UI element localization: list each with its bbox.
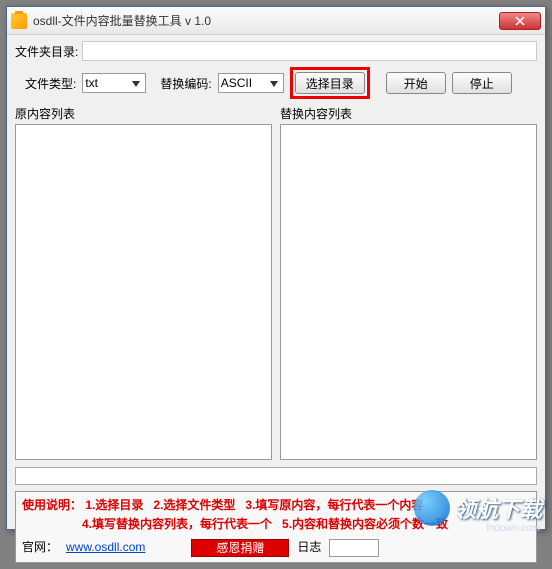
panels: 原内容列表 替换内容列表	[15, 105, 537, 463]
close-icon	[515, 16, 525, 26]
original-textarea[interactable]	[15, 124, 272, 460]
file-type-value: txt	[85, 76, 98, 90]
official-label: 官网：	[22, 538, 58, 557]
footer-row: 官网： www.osdll.com 感恩捐赠 日志	[22, 538, 530, 557]
replace-list-label: 替换内容列表	[280, 105, 537, 122]
dir-row: 文件夹目录:	[15, 41, 537, 61]
inst-step1: 1.选择目录	[85, 498, 143, 512]
inst-prefix: 使用说明：	[22, 498, 82, 512]
stop-button[interactable]: 停止	[452, 72, 512, 94]
instructions-line1: 使用说明： 1.选择目录 2.选择文件类型 3.填写原内容，每行代表一个内容	[22, 496, 530, 515]
encoding-value: ASCII	[221, 76, 252, 90]
status-input[interactable]	[15, 467, 537, 485]
folder-dir-label: 文件夹目录:	[15, 43, 78, 60]
app-icon	[11, 13, 27, 29]
original-list-label: 原内容列表	[15, 105, 272, 122]
chevron-down-icon	[267, 77, 281, 91]
count-label: 日志	[297, 538, 321, 557]
inst-step5: 5.内容和替换内容必须个数一致	[282, 517, 448, 531]
window-title: osdll-文件内容批量替换工具 v 1.0	[33, 12, 499, 29]
options-row: 文件类型: txt 替换编码: ASCII 选择目录 开始 停止	[15, 67, 537, 99]
start-button[interactable]: 开始	[386, 72, 446, 94]
file-type-combo[interactable]: txt	[82, 73, 146, 93]
chevron-down-icon	[129, 77, 143, 91]
encoding-label: 替换编码:	[160, 75, 211, 92]
highlight-select-dir: 选择目录	[290, 67, 370, 99]
close-button[interactable]	[499, 12, 541, 30]
watermark-url: lhdown.com	[487, 523, 540, 534]
select-dir-button[interactable]: 选择目录	[295, 72, 365, 94]
replace-textarea[interactable]	[280, 124, 537, 460]
official-link[interactable]: www.osdll.com	[66, 538, 145, 557]
donate-button[interactable]: 感恩捐赠	[191, 539, 289, 557]
instructions-line2: 4.填写替换内容列表，每行代表一个 5.内容和替换内容必须个数一致	[22, 515, 530, 534]
folder-dir-input[interactable]	[82, 41, 537, 61]
file-type-label: 文件类型:	[25, 75, 76, 92]
app-window: osdll-文件内容批量替换工具 v 1.0 文件夹目录: 文件类型: txt …	[6, 6, 546, 530]
content-area: 文件夹目录: 文件类型: txt 替换编码: ASCII 选择目录 开始 停止 …	[7, 35, 545, 569]
instructions-box: 使用说明： 1.选择目录 2.选择文件类型 3.填写原内容，每行代表一个内容 4…	[15, 491, 537, 563]
encoding-combo[interactable]: ASCII	[218, 73, 284, 93]
titlebar: osdll-文件内容批量替换工具 v 1.0	[7, 7, 545, 35]
inst-step4: 4.填写替换内容列表，每行代表一个	[82, 517, 272, 531]
inst-step2: 2.选择文件类型	[153, 498, 235, 512]
count-box	[329, 539, 379, 557]
replace-panel: 替换内容列表	[280, 105, 537, 463]
original-panel: 原内容列表	[15, 105, 272, 463]
inst-step3: 3.填写原内容，每行代表一个内容	[245, 498, 423, 512]
